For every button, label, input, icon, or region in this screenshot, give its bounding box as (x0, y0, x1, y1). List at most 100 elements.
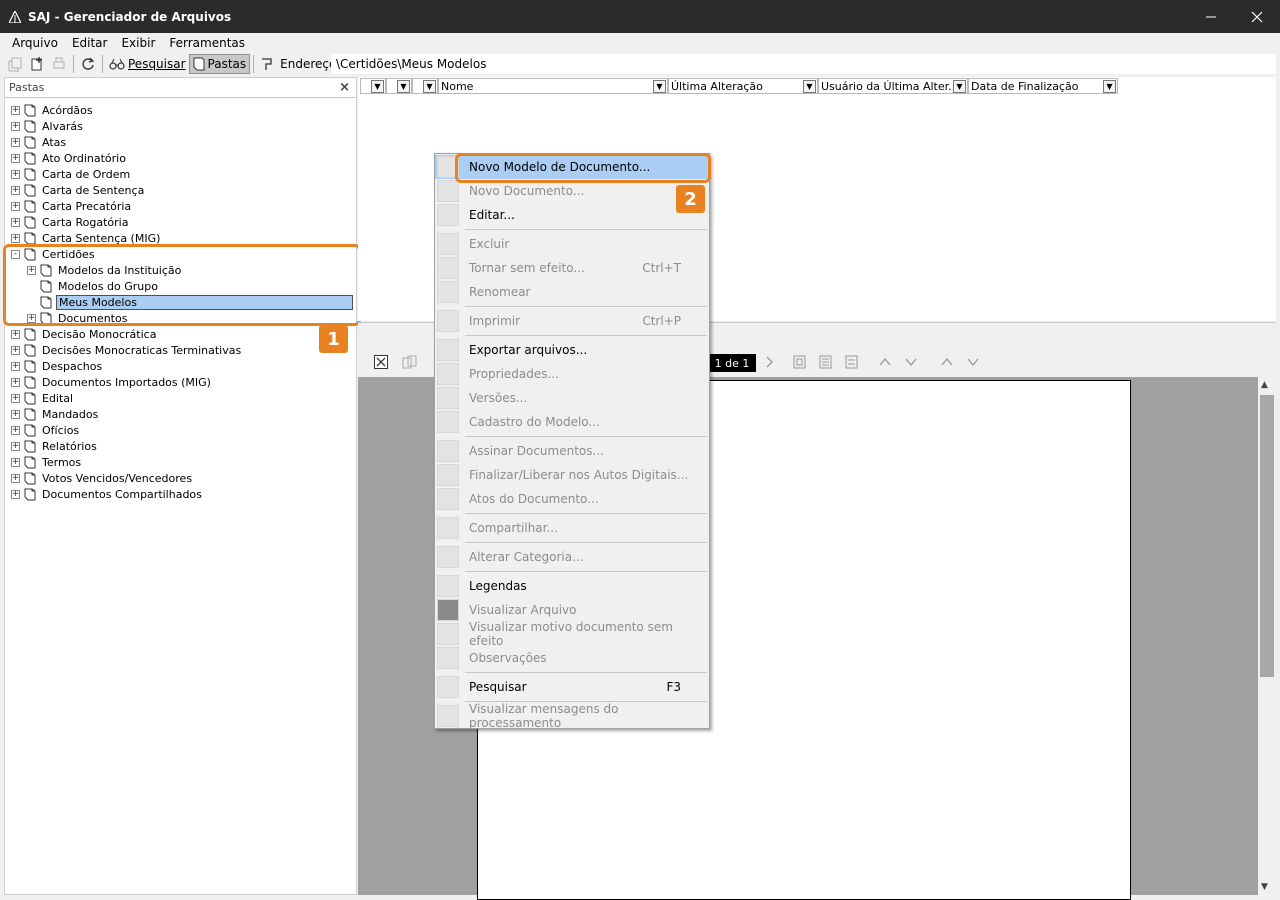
viewer-scrollbar[interactable]: ▲ ▼ (1258, 377, 1276, 895)
expand-icon[interactable]: + (11, 329, 20, 339)
tree-item[interactable]: + Carta Precatória (11, 198, 133, 214)
menu-editar[interactable]: Editar (66, 36, 114, 50)
tree-item[interactable]: + Mandados (11, 406, 100, 422)
tree-item[interactable]: + Relatórios (11, 438, 99, 454)
expand-icon[interactable]: + (11, 441, 20, 451)
search-button[interactable]: Pesquisar (106, 54, 189, 74)
context-menu-item[interactable]: Atos do Documento... (435, 487, 709, 511)
expand-icon[interactable]: + (11, 425, 20, 435)
context-menu-item[interactable]: Versões... (435, 386, 709, 410)
expand-icon[interactable]: + (11, 217, 20, 227)
context-menu-item[interactable]: Finalizar/Liberar nos Autos Digitais... (435, 463, 709, 487)
expand-icon[interactable]: + (11, 489, 20, 499)
close-viewer-icon[interactable] (374, 355, 388, 372)
context-menu-item[interactable]: Visualizar mensagens do processamento (435, 702, 709, 730)
context-menu-item[interactable]: Assinar Documentos... (435, 439, 709, 463)
zoom-icon[interactable] (844, 355, 860, 372)
expand-icon[interactable]: + (11, 345, 20, 355)
down-arrow-icon[interactable] (904, 355, 918, 372)
expand-icon[interactable]: + (11, 137, 20, 147)
column-dropdown-icon[interactable]: ▼ (371, 80, 384, 93)
close-pane-icon[interactable]: × (339, 80, 350, 95)
print-button[interactable] (48, 54, 70, 74)
expand-icon[interactable]: + (11, 105, 20, 115)
tree-item[interactable]: + Edital (11, 390, 75, 406)
fit-page-icon[interactable] (792, 355, 808, 372)
tree-item[interactable]: + Ato Ordinatório (11, 150, 128, 166)
address-input[interactable] (331, 54, 1276, 74)
folders-toggle-button[interactable]: Pastas (188, 54, 251, 74)
tree-item[interactable]: + Decisão Monocrática (11, 326, 158, 342)
menu-exibir[interactable]: Exibir (115, 36, 161, 50)
tree-item[interactable]: + Ofícios (11, 422, 81, 438)
minimize-button[interactable] (1188, 0, 1234, 33)
context-menu-item[interactable]: Observações (435, 646, 709, 670)
scrollbar-thumb[interactable] (1260, 395, 1274, 677)
copy-folder-button[interactable] (4, 54, 26, 74)
tree-item[interactable]: + Votos Vencidos/Vencedores (11, 470, 194, 486)
tree-item[interactable]: + Documentos Importados (MIG) (11, 374, 213, 390)
context-menu-item[interactable]: Legendas (435, 574, 709, 598)
expand-icon[interactable]: + (11, 153, 20, 163)
expand-icon[interactable]: + (11, 393, 20, 403)
column-header[interactable]: Usuário da Última Alter... ▼ (818, 78, 968, 94)
close-window-button[interactable] (1234, 0, 1280, 33)
context-menu-item[interactable]: Imprimir Ctrl+P (435, 309, 709, 333)
column-header[interactable]: ▼ (386, 78, 412, 94)
column-dropdown-icon[interactable]: ▼ (953, 80, 966, 93)
expand-icon[interactable]: + (11, 121, 20, 131)
fit-width-icon[interactable] (818, 355, 834, 372)
column-dropdown-icon[interactable]: ▼ (653, 80, 666, 93)
context-menu-item[interactable]: Editar... (435, 203, 709, 227)
context-menu-item[interactable]: Propriedades... (435, 362, 709, 386)
context-menu-item[interactable]: Tornar sem efeito... Ctrl+T (435, 256, 709, 280)
expand-icon[interactable]: + (11, 201, 20, 211)
expand-icon[interactable]: + (11, 185, 20, 195)
tree-item[interactable]: + Carta Rogatória (11, 214, 130, 230)
tree-item[interactable]: + Alvarás (11, 118, 85, 134)
context-menu-item[interactable]: Pesquisar F3 (435, 675, 709, 699)
context-menu-item[interactable]: Visualizar motivo documento sem efeito (435, 620, 709, 648)
expand-icon[interactable]: + (11, 233, 20, 243)
context-menu-item[interactable]: Compartilhar... (435, 516, 709, 540)
column-dropdown-icon[interactable]: ▼ (423, 80, 436, 93)
refresh-button[interactable] (77, 54, 99, 74)
column-dropdown-icon[interactable]: ▼ (1103, 80, 1116, 93)
context-menu-item[interactable]: Alterar Categoria... (435, 545, 709, 569)
menu-arquivo[interactable]: Arquivo (6, 36, 64, 50)
tree-item[interactable]: + Despachos (11, 358, 104, 374)
tree-item[interactable]: + Carta de Sentença (11, 182, 146, 198)
column-header[interactable]: ▼ (360, 78, 386, 94)
tree-item[interactable]: + Decisões Monocraticas Terminativas (11, 342, 243, 358)
context-menu-item[interactable]: Visualizar Arquivo (435, 598, 709, 622)
tree-item[interactable]: + Documentos Compartilhados (11, 486, 204, 502)
context-menu-item[interactable]: Excluir (435, 232, 709, 256)
copy-page-icon[interactable] (402, 355, 418, 372)
menu-ferramentas[interactable]: Ferramentas (163, 36, 251, 50)
expand-icon[interactable]: + (11, 361, 20, 371)
tree-item[interactable]: + Carta de Ordem (11, 166, 132, 182)
scroll-down-icon[interactable]: ▼ (1261, 882, 1268, 892)
column-header[interactable]: ▼ (412, 78, 438, 94)
up-arrow-icon[interactable] (940, 355, 954, 372)
expand-icon[interactable]: + (11, 457, 20, 467)
expand-icon[interactable]: + (11, 473, 20, 483)
column-header[interactable]: Nome ▼ (438, 78, 668, 94)
tree-item[interactable]: + Acórdãos (11, 102, 95, 118)
column-header[interactable]: Data de Finalização ▼ (968, 78, 1118, 94)
context-menu-item[interactable]: Renomear (435, 280, 709, 304)
column-dropdown-icon[interactable]: ▼ (397, 80, 410, 93)
context-menu-item[interactable]: Exportar arquivos... (435, 338, 709, 362)
tree-item[interactable]: + Termos (11, 454, 83, 470)
context-menu-item[interactable]: Cadastro do Modelo... (435, 410, 709, 434)
expand-icon[interactable]: + (11, 377, 20, 387)
scroll-up-icon[interactable]: ▲ (1261, 380, 1268, 390)
new-document-button[interactable] (26, 54, 48, 74)
expand-icon[interactable]: + (11, 169, 20, 179)
down-arrow-icon[interactable] (966, 355, 980, 372)
address-button[interactable]: Endereço (257, 54, 339, 74)
expand-icon[interactable]: + (11, 409, 20, 419)
next-page-icon[interactable] (764, 355, 774, 372)
tree-item[interactable]: + Atas (11, 134, 68, 150)
up-arrow-icon[interactable] (878, 355, 892, 372)
